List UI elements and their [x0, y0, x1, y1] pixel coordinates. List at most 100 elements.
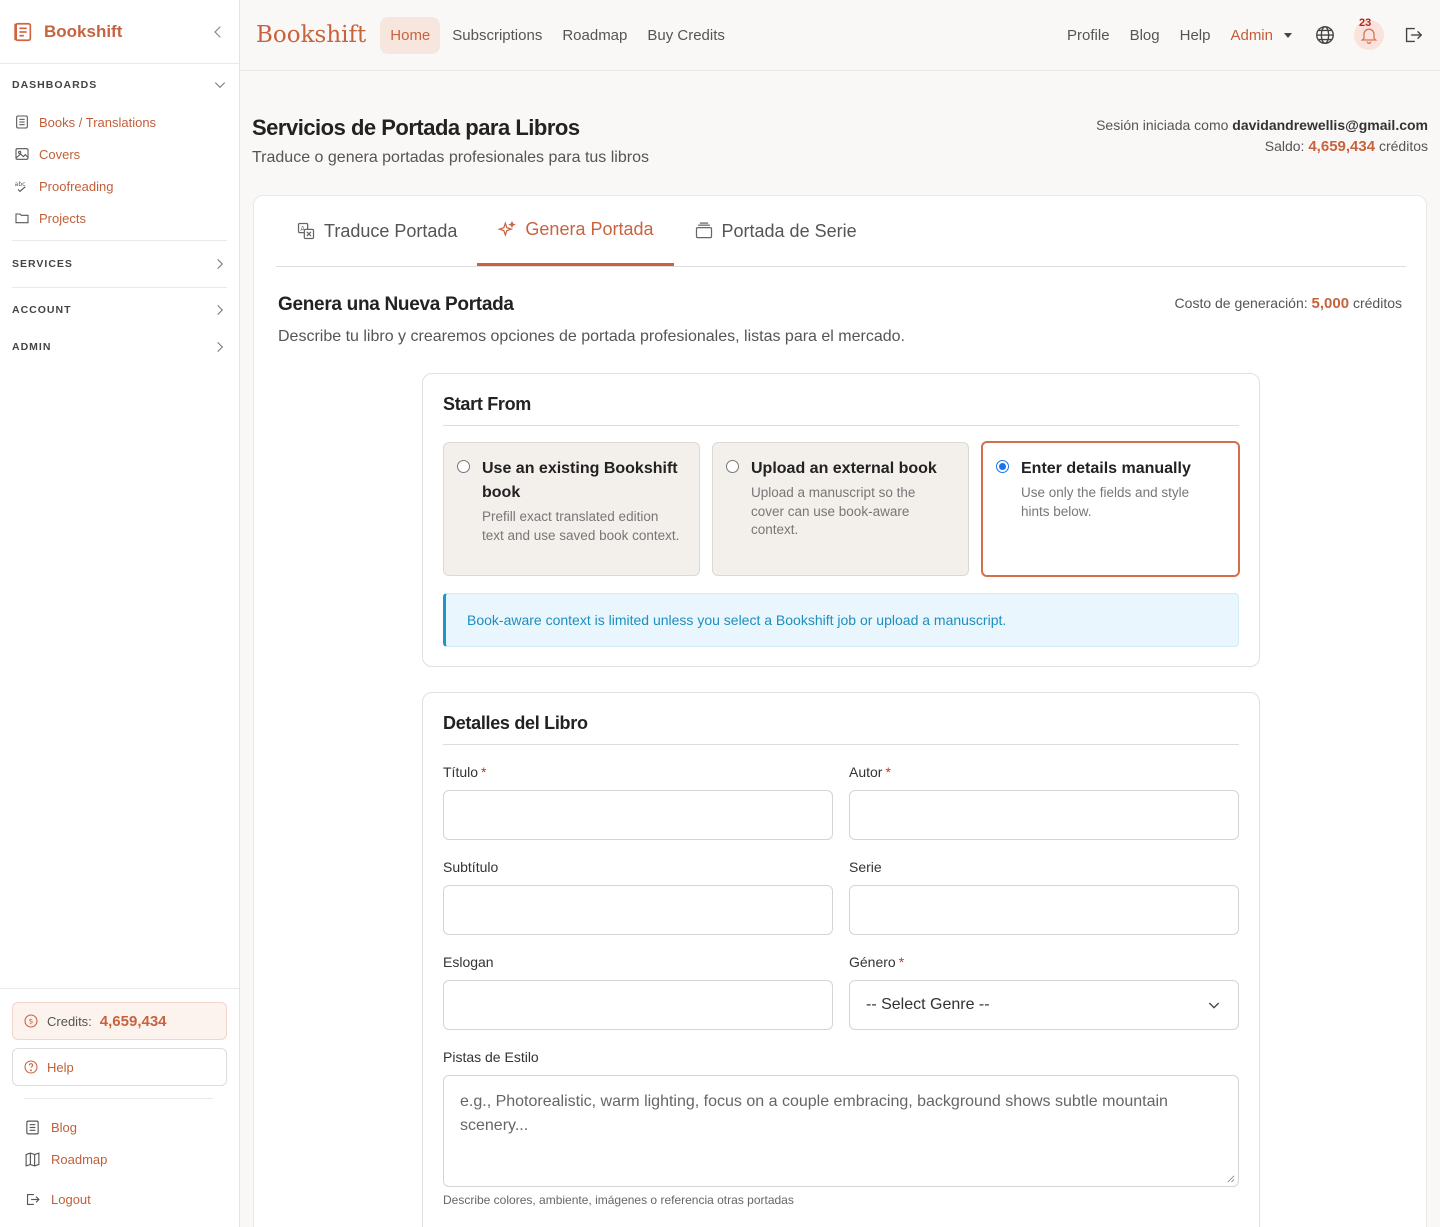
footer-label: Blog: [51, 1119, 78, 1135]
nav-roadmap[interactable]: Roadmap: [552, 17, 637, 54]
tab-portada-de-serie[interactable]: Portada de Serie: [674, 196, 877, 266]
image-icon: [14, 146, 30, 162]
cost-suffix: créditos: [1352, 295, 1402, 311]
label-text: Título: [443, 764, 479, 780]
sidebar-footer-logout[interactable]: Logout: [0, 1183, 239, 1215]
titulo-label: Título *: [443, 764, 486, 780]
subtitulo-input[interactable]: [443, 885, 833, 935]
sidebar-section-account[interactable]: ACCOUNT: [0, 288, 239, 332]
sidebar-section-services[interactable]: SERVICES: [0, 241, 239, 287]
book-details-panel: Detalles del Libro Título * Autor * Subtít…: [422, 692, 1260, 1227]
label-text: Autor: [849, 764, 883, 780]
section-label: ADMIN: [12, 341, 52, 353]
blog-icon: [24, 1119, 41, 1136]
tab-label: Traduce Portada: [324, 220, 458, 241]
resize-grip-icon[interactable]: [1226, 1174, 1235, 1183]
sidebar-item-label: Projects: [39, 210, 86, 226]
option-title: Enter details manually: [1021, 460, 1191, 477]
required-mark: *: [481, 764, 487, 780]
logout-icon[interactable]: [1402, 24, 1424, 46]
option-existing-book[interactable]: Use an existing Bookshift book Prefill e…: [443, 442, 700, 576]
bookshift-logo-icon: [12, 21, 34, 43]
topbar-brand[interactable]: Bookshift: [256, 22, 366, 48]
estilo-label: Pistas de Estilo: [443, 1049, 539, 1065]
session-email: davidandrewellis@gmail.com: [1232, 117, 1428, 133]
sidebar-divider: [24, 1098, 213, 1099]
page-title: Servicios de Portada para Libros: [252, 115, 580, 140]
notification-count-badge: 23: [1359, 17, 1372, 29]
sidebar-footer-roadmap[interactable]: Roadmap: [0, 1143, 239, 1175]
chevron-right-icon: [213, 303, 227, 317]
sidebar-brand[interactable]: Bookshift: [44, 22, 209, 42]
autor-input[interactable]: [849, 790, 1239, 840]
svg-text:$: $: [29, 1017, 34, 1026]
tab-genera-portada[interactable]: Genera Portada: [477, 196, 674, 266]
nav-help[interactable]: Help: [1180, 27, 1211, 44]
radio-existing-book[interactable]: [457, 460, 470, 473]
eslogan-input[interactable]: [443, 980, 833, 1030]
spellcheck-icon: abc: [14, 178, 30, 194]
sidebar-item-projects[interactable]: Projects: [0, 202, 239, 234]
genero-select[interactable]: -- Select Genre --: [849, 980, 1239, 1030]
credits-box[interactable]: $ Credits: 4,659,434: [12, 1002, 227, 1040]
titulo-input[interactable]: [443, 790, 833, 840]
help-button[interactable]: Help: [12, 1048, 227, 1086]
credits-label: Credits:: [47, 1013, 92, 1029]
sidebar-item-proofreading[interactable]: abc Proofreading: [0, 170, 239, 202]
option-manual-entry[interactable]: Enter details manually Use only the fiel…: [981, 441, 1240, 577]
stack-icon: [694, 221, 714, 241]
chevron-down-icon: [213, 78, 227, 92]
option-title: Upload an external book: [751, 460, 937, 477]
credits-value: 4,659,434: [99, 1012, 167, 1030]
panel-divider: [443, 425, 1239, 426]
balance-line: Saldo: 4,659,434 créditos: [1096, 136, 1428, 157]
tab-label: Genera Portada: [525, 219, 654, 239]
balance-prefix: Saldo:: [1264, 138, 1305, 154]
sidebar-item-covers[interactable]: Covers: [0, 138, 239, 170]
footer-label: Logout: [51, 1191, 91, 1207]
estilo-help-text: Describe colores, ambiente, imágenes o r…: [443, 1193, 794, 1207]
subtitulo-label: Subtítulo: [443, 859, 499, 875]
sidebar-section-dashboards[interactable]: DASHBOARDS: [0, 64, 239, 106]
nav-home[interactable]: Home: [380, 16, 441, 54]
sidebar-section-admin[interactable]: ADMIN: [0, 332, 239, 362]
sidebar-item-label: Proofreading: [39, 178, 114, 194]
sidebar-header: Bookshift: [0, 0, 239, 64]
nav-buy-credits[interactable]: Buy Credits: [637, 17, 735, 54]
help-label: Help: [47, 1059, 74, 1075]
admin-dropdown[interactable]: Admin: [1230, 27, 1292, 44]
book-list-icon: [14, 114, 30, 130]
sidebar-item-label: Covers: [39, 146, 81, 162]
required-mark: *: [885, 764, 891, 780]
genero-selected-value: -- Select Genre --: [866, 996, 990, 1013]
section-label: SERVICES: [12, 258, 73, 270]
sidebar-item-label: Books / Translations: [39, 114, 157, 130]
caret-down-icon: [1284, 32, 1292, 38]
coin-icon: $: [23, 1013, 39, 1029]
option-description: Prefill exact translated edition text an…: [482, 509, 680, 543]
notifications-button[interactable]: 23: [1354, 17, 1384, 50]
radio-manual-entry[interactable]: [996, 460, 1009, 473]
radio-upload-book[interactable]: [726, 460, 739, 473]
tab-label: Portada de Serie: [721, 220, 857, 241]
tab-traduce-portada[interactable]: A Traduce Portada: [276, 196, 477, 266]
info-alert: Book-aware context is limited unless you…: [443, 593, 1239, 647]
estilo-placeholder: e.g., Photorealistic, warm lighting, foc…: [460, 1093, 1168, 1134]
generate-title: Genera una Nueva Portada: [278, 294, 514, 315]
estilo-textarea[interactable]: e.g., Photorealistic, warm lighting, foc…: [443, 1075, 1239, 1187]
nav-profile[interactable]: Profile: [1067, 27, 1110, 44]
serie-input[interactable]: [849, 885, 1239, 935]
sidebar-item-books[interactable]: Books / Translations: [0, 106, 239, 138]
generate-subtitle: Describe tu libro y crearemos opciones d…: [278, 328, 905, 345]
label-text: Género: [849, 954, 896, 970]
option-upload-book[interactable]: Upload an external book Upload a manuscr…: [712, 442, 969, 576]
option-description: Upload a manuscript so the cover can use…: [751, 485, 916, 537]
sidebar-footer-blog[interactable]: Blog: [0, 1111, 239, 1143]
collapse-sidebar-icon[interactable]: [209, 23, 227, 41]
nav-blog[interactable]: Blog: [1130, 27, 1160, 44]
sparkle-icon: [497, 220, 517, 240]
nav-subscriptions[interactable]: Subscriptions: [442, 17, 552, 54]
admin-label: Admin: [1230, 26, 1273, 44]
globe-icon[interactable]: [1314, 24, 1336, 46]
sidebar-bottom: $ Credits: 4,659,434 Help Blog Roadmap L…: [0, 988, 239, 1215]
